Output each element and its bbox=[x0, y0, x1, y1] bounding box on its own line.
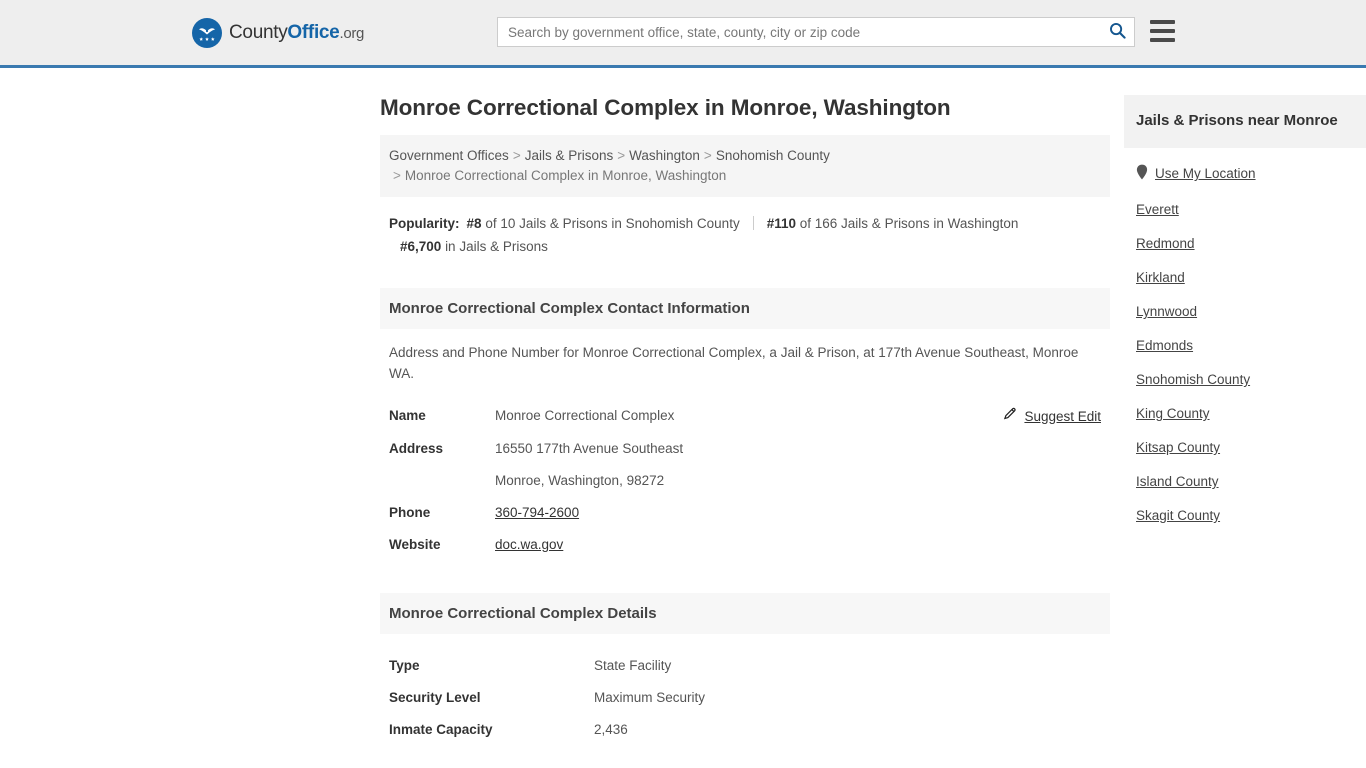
logo-text: CountyOffice.org bbox=[229, 22, 364, 44]
sidebar-link[interactable]: Everett bbox=[1136, 202, 1179, 217]
sidebar-item-use-my-location[interactable]: Use My Location bbox=[1124, 154, 1366, 192]
table-row: Address 16550 177th Avenue Southeast bbox=[380, 433, 1110, 465]
popularity-item-county: #8 of 10 Jails & Prisons in Snohomish Co… bbox=[467, 216, 740, 231]
row-value-security-level: Maximum Security bbox=[594, 690, 706, 705]
breadcrumb-separator: > bbox=[393, 168, 401, 183]
table-row: Monroe, Washington, 98272 bbox=[380, 465, 1110, 497]
sidebar-item-skagit-county[interactable]: Skagit County bbox=[1124, 498, 1366, 532]
sidebar-item-everett[interactable]: Everett bbox=[1124, 192, 1366, 226]
sidebar-heading: Jails & Prisons near Monroe bbox=[1124, 95, 1366, 148]
hamburger-menu-icon[interactable] bbox=[1150, 20, 1175, 42]
breadcrumb-separator: > bbox=[512, 148, 521, 163]
row-key-security-level: Security Level bbox=[389, 690, 481, 705]
suggest-edit-cell: Suggest Edit bbox=[980, 400, 1110, 433]
sidebar-link[interactable]: Kitsap County bbox=[1136, 440, 1220, 455]
row-key-name: Name bbox=[389, 408, 426, 423]
sidebar-item-snohomish-county[interactable]: Snohomish County bbox=[1124, 362, 1366, 396]
row-key-address: Address bbox=[389, 441, 444, 456]
table-row: Inmate Capacity 2,436 bbox=[380, 714, 1110, 746]
search-button[interactable] bbox=[1100, 18, 1134, 46]
popularity-divider bbox=[752, 216, 754, 230]
hamburger-bar bbox=[1150, 29, 1175, 33]
sidebar-link[interactable]: Redmond bbox=[1136, 236, 1195, 251]
site-header: CountyOffice.org bbox=[0, 0, 1366, 68]
sidebar-link[interactable]: Lynnwood bbox=[1136, 304, 1197, 319]
popularity-text: of 166 Jails & Prisons in Washington bbox=[799, 216, 1019, 231]
map-pin-icon bbox=[1136, 164, 1148, 183]
details-table: Type State Facility Security Level Maxim… bbox=[380, 650, 1110, 746]
sidebar-link[interactable]: Snohomish County bbox=[1136, 372, 1250, 387]
page-body: Monroe Correctional Complex in Monroe, W… bbox=[0, 68, 1366, 768]
popularity-rank: #8 bbox=[466, 216, 482, 231]
breadcrumb-item-government-offices[interactable]: Government Offices bbox=[389, 148, 509, 163]
popularity-label: Popularity: bbox=[389, 216, 460, 231]
search-bar[interactable] bbox=[497, 17, 1135, 47]
table-row: Type State Facility bbox=[380, 650, 1110, 682]
logo-text-county: County bbox=[229, 21, 288, 43]
use-my-location-link[interactable]: Use My Location bbox=[1155, 166, 1256, 181]
sidebar-link[interactable]: Island County bbox=[1136, 474, 1219, 489]
page-title: Monroe Correctional Complex in Monroe, W… bbox=[380, 95, 951, 120]
breadcrumb: Government Offices > Jails & Prisons > Washi… bbox=[380, 135, 1110, 197]
edit-pencil-icon bbox=[1003, 406, 1018, 427]
row-key-inmate-capacity: Inmate Capacity bbox=[389, 722, 493, 737]
row-value-address-line1: 16550 177th Avenue Southeast bbox=[495, 441, 684, 456]
breadcrumb-item-jails-prisons[interactable]: Jails & Prisons bbox=[525, 148, 614, 163]
sidebar-item-king-county[interactable]: King County bbox=[1124, 396, 1366, 430]
main-column: Monroe Correctional Complex in Monroe, W… bbox=[380, 68, 1110, 768]
hamburger-bar bbox=[1150, 38, 1175, 42]
sidebar-item-kirkland[interactable]: Kirkland bbox=[1124, 260, 1366, 294]
popularity-item-state: #110 of 166 Jails & Prisons in Washingto… bbox=[767, 216, 1019, 231]
sidebar-link[interactable]: Kirkland bbox=[1136, 270, 1185, 285]
sidebar-links: Use My Location Everett Redmond Kirkland… bbox=[1124, 148, 1366, 532]
table-row: Website doc.wa.gov bbox=[380, 529, 1110, 561]
hamburger-bar bbox=[1150, 20, 1175, 24]
sidebar-link[interactable]: King County bbox=[1136, 406, 1210, 421]
popularity-rank: #6,700 bbox=[400, 239, 442, 254]
contact-section-description: Address and Phone Number for Monroe Corr… bbox=[389, 345, 1079, 381]
popularity-item-national: #6,700 in Jails & Prisons bbox=[400, 239, 548, 254]
popularity-rank: #110 bbox=[766, 216, 796, 231]
sidebar-item-redmond[interactable]: Redmond bbox=[1124, 226, 1366, 260]
suggest-edit-label: Suggest Edit bbox=[1024, 408, 1101, 424]
sidebar-item-lynnwood[interactable]: Lynnwood bbox=[1124, 294, 1366, 328]
popularity-text: in Jails & Prisons bbox=[445, 239, 548, 254]
table-row: Security Level Maximum Security bbox=[380, 682, 1110, 714]
site-logo[interactable]: CountyOffice.org bbox=[192, 17, 364, 48]
sidebar-link[interactable]: Skagit County bbox=[1136, 508, 1220, 523]
sidebar-link[interactable]: Edmonds bbox=[1136, 338, 1193, 353]
row-value-address-line2: Monroe, Washington, 98272 bbox=[495, 473, 665, 488]
suggest-edit-button[interactable]: Suggest Edit bbox=[1003, 406, 1101, 427]
sidebar-item-edmonds[interactable]: Edmonds bbox=[1124, 328, 1366, 362]
search-input[interactable] bbox=[498, 18, 1100, 46]
logo-text-office: Office bbox=[287, 21, 340, 43]
eagle-seal-icon bbox=[192, 17, 222, 48]
popularity-row: Popularity: #8 of 10 Jails & Prisons in S… bbox=[380, 197, 1110, 266]
row-key-website: Website bbox=[389, 537, 441, 552]
breadcrumb-item-washington[interactable]: Washington bbox=[629, 148, 700, 163]
row-value-type: State Facility bbox=[594, 658, 672, 673]
breadcrumb-separator: > bbox=[703, 148, 712, 163]
popularity-text: of 10 Jails & Prisons in Snohomish Count… bbox=[485, 216, 740, 231]
row-value-inmate-capacity: 2,436 bbox=[594, 722, 628, 737]
sidebar-item-kitsap-county[interactable]: Kitsap County bbox=[1124, 430, 1366, 464]
details-section-heading: Monroe Correctional Complex Details bbox=[380, 593, 1110, 634]
breadcrumb-item-snohomish-county[interactable]: Snohomish County bbox=[716, 148, 830, 163]
table-row: Phone 360-794-2600 bbox=[380, 497, 1110, 529]
row-key-phone: Phone bbox=[389, 505, 431, 520]
contact-section-heading: Monroe Correctional Complex Contact Info… bbox=[380, 288, 1110, 329]
search-icon bbox=[1109, 22, 1126, 42]
sidebar: Jails & Prisons near Monroe Use My Locat… bbox=[1124, 68, 1366, 768]
table-row: Name Monroe Correctional Complex Suggest… bbox=[380, 400, 1110, 433]
row-key-type: Type bbox=[389, 658, 420, 673]
sidebar-item-island-county[interactable]: Island County bbox=[1124, 464, 1366, 498]
breadcrumb-separator: > bbox=[617, 148, 626, 163]
breadcrumb-current: Monroe Correctional Complex in Monroe, W… bbox=[404, 168, 727, 183]
content-container: Monroe Correctional Complex in Monroe, W… bbox=[188, 68, 1366, 768]
row-value-name: Monroe Correctional Complex bbox=[495, 408, 675, 423]
phone-link[interactable]: 360-794-2600 bbox=[495, 505, 579, 520]
website-link[interactable]: doc.wa.gov bbox=[495, 537, 563, 552]
contact-info-table: Name Monroe Correctional Complex Suggest… bbox=[380, 400, 1110, 561]
logo-text-org: .org bbox=[339, 24, 365, 42]
